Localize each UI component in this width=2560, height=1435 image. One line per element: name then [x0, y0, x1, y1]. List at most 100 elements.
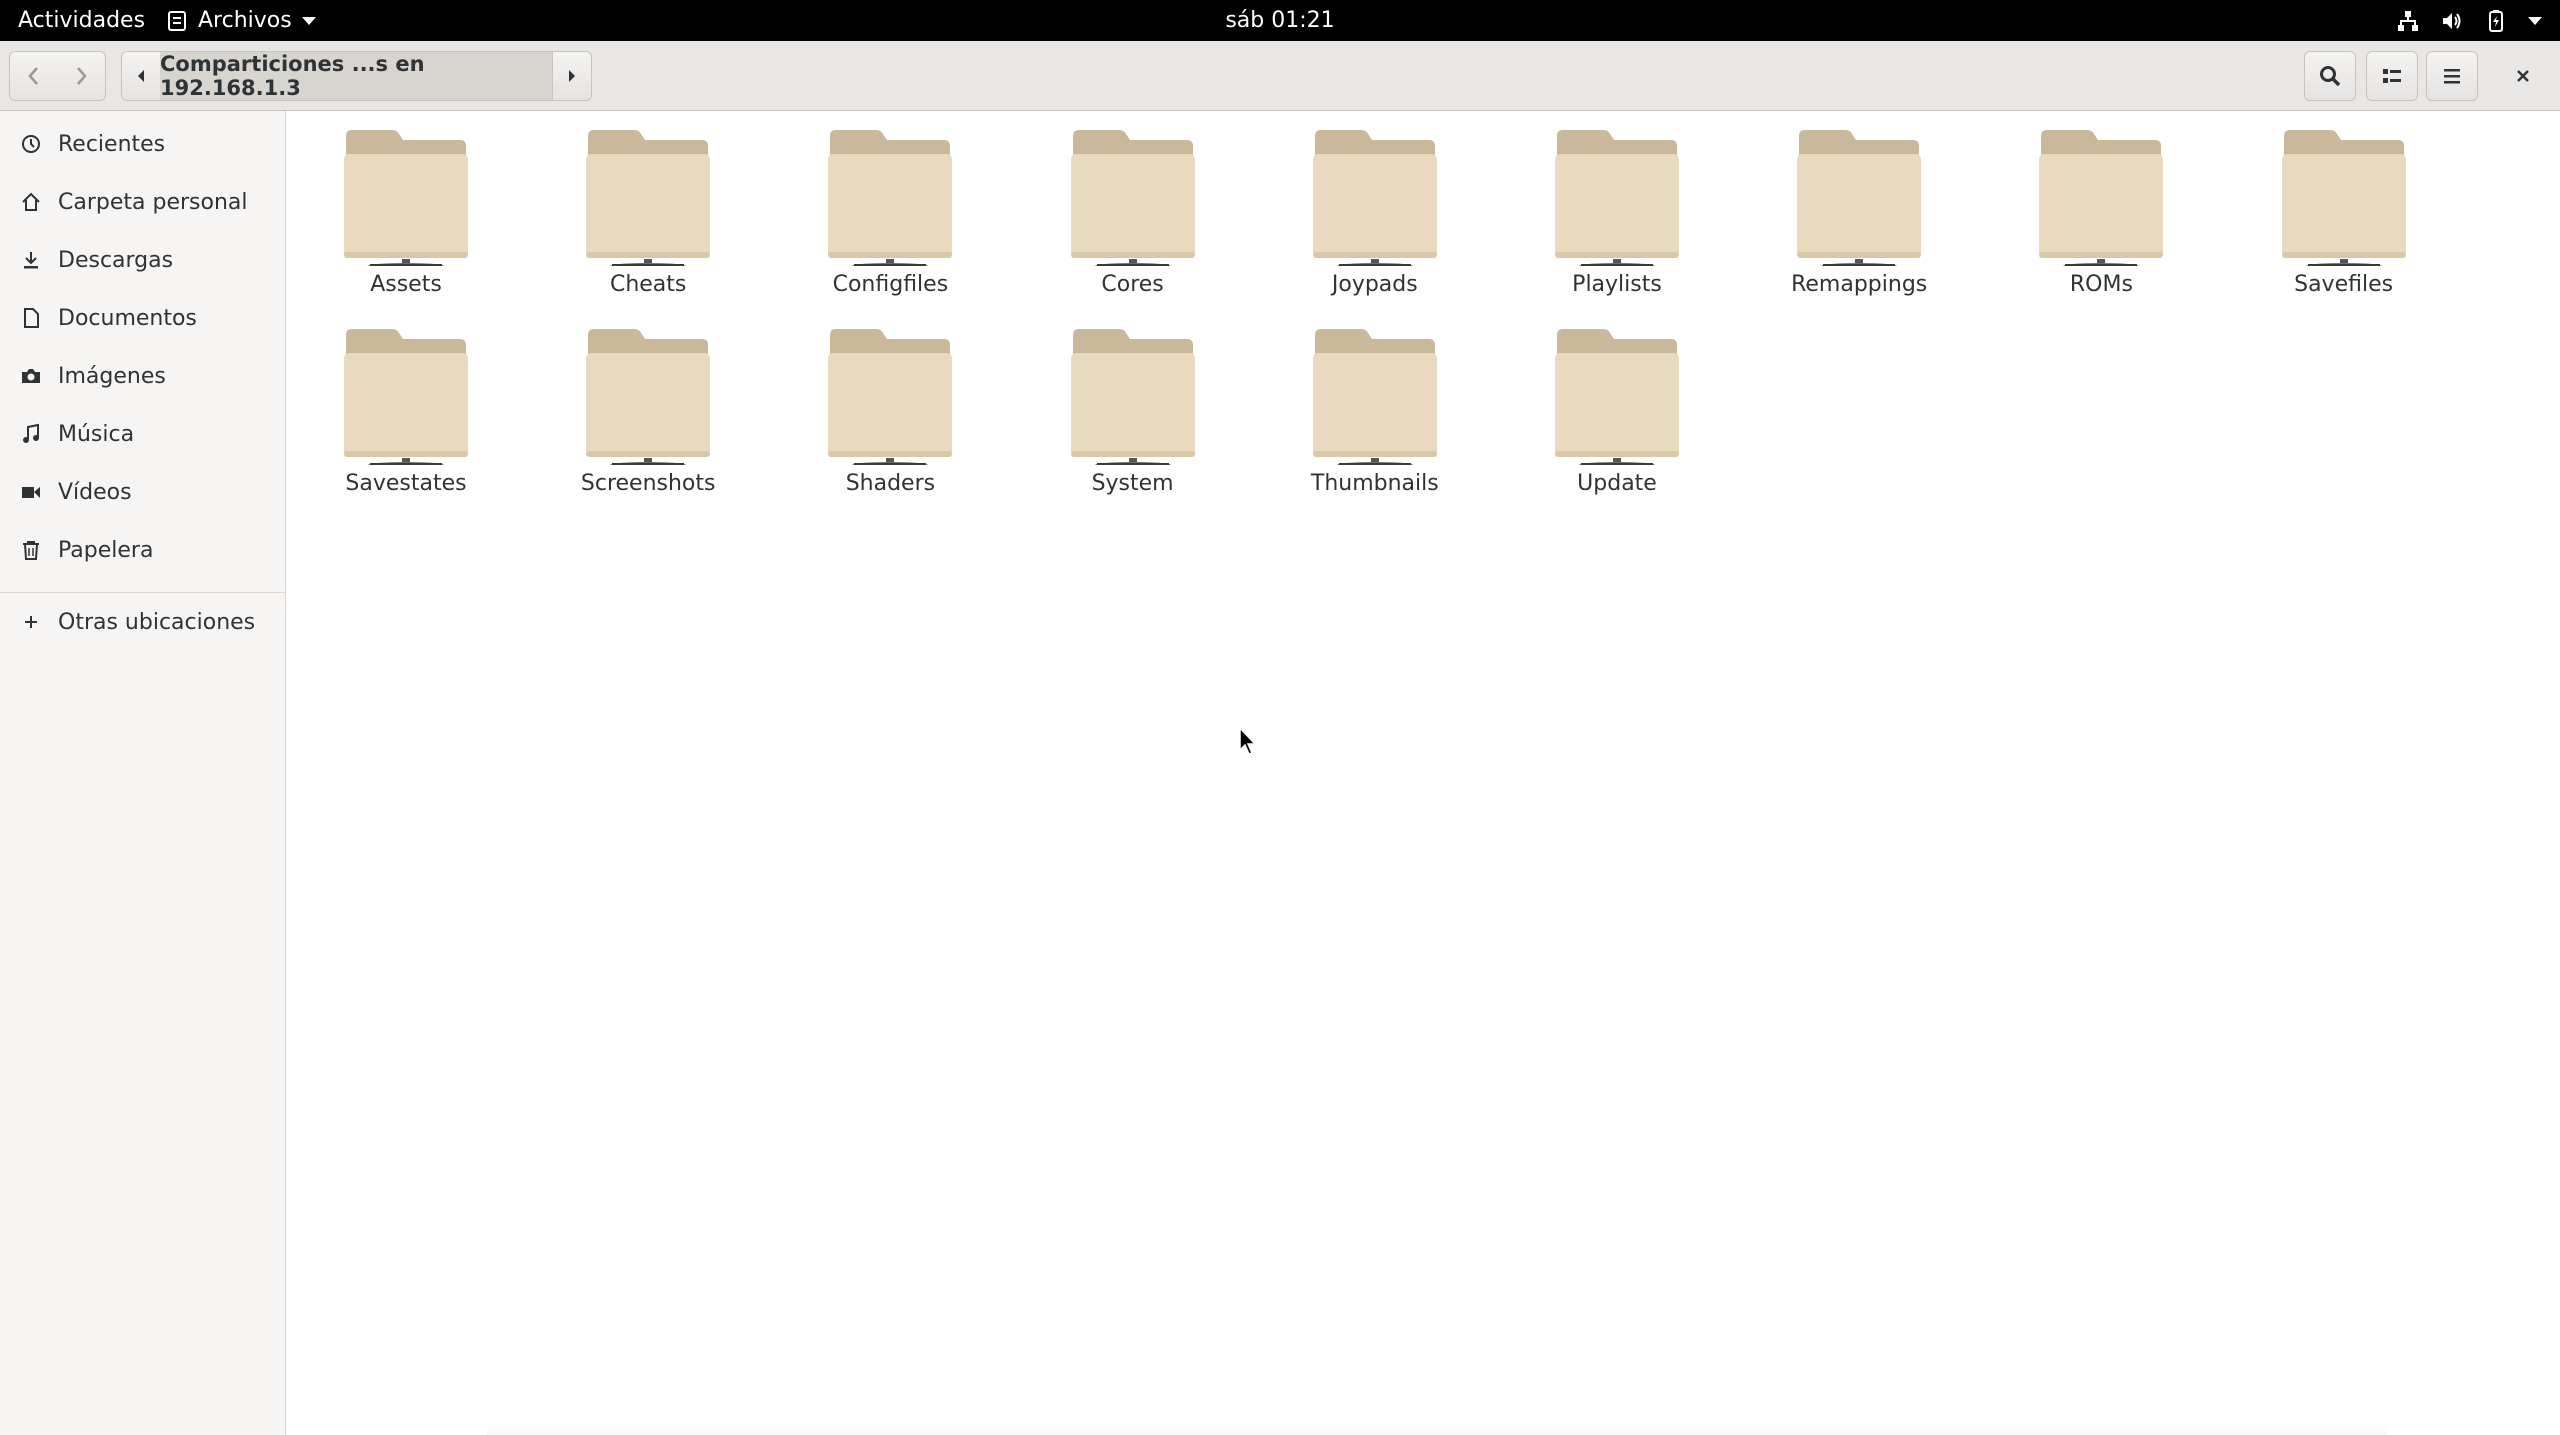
sidebar-item-carpeta-personal[interactable]: Carpeta personal: [0, 175, 285, 229]
folder-name: Joypads: [1331, 272, 1418, 297]
close-window-button[interactable]: [2497, 51, 2549, 101]
network-folder-icon: [1312, 130, 1437, 266]
folder-name: System: [1091, 471, 1174, 496]
folder-item[interactable]: System: [1018, 325, 1248, 515]
folder-item[interactable]: Remappings: [1744, 126, 1974, 316]
sidebar-item-label: Vídeos: [58, 479, 132, 505]
search-icon: [2320, 66, 2341, 87]
folder-item[interactable]: Cores: [1018, 126, 1248, 316]
sidebar-item-label: Descargas: [58, 247, 174, 273]
network-folder-icon: [1070, 130, 1195, 266]
back-button[interactable]: [9, 51, 58, 101]
path-scroll-left-button[interactable]: [121, 51, 161, 101]
search-button[interactable]: [2304, 51, 2356, 101]
view-options-button[interactable]: [2366, 51, 2418, 101]
folder-item[interactable]: ROMs: [1986, 126, 2216, 316]
network-folder-icon: [1555, 329, 1679, 465]
chevron-right-icon: [77, 67, 87, 85]
file-grid[interactable]: Assets Cheats Configfiles Cores Joypads Playl…: [287, 111, 2560, 1435]
folder-item[interactable]: Cheats: [533, 126, 763, 316]
bottom-shade: [487, 1425, 2387, 1435]
mouse-pointer-icon: [1239, 726, 1257, 755]
main-menu-button[interactable]: [2426, 51, 2478, 101]
folder-item[interactable]: Assets: [291, 126, 521, 316]
forward-button[interactable]: [57, 51, 106, 101]
music-icon: [20, 423, 42, 445]
folder-name: Savestates: [345, 471, 467, 496]
folder-name: Screenshots: [580, 471, 716, 496]
activities-button[interactable]: Actividades: [18, 0, 145, 41]
app-menu-label: Archivos: [198, 8, 292, 33]
network-folder-icon: [2281, 130, 2406, 266]
sidebar-item-label: Documentos: [58, 305, 197, 331]
clock-icon: [20, 133, 42, 155]
folder-item[interactable]: Screenshots: [533, 325, 763, 515]
sidebar-item-documentos[interactable]: Documentos: [0, 291, 285, 345]
folder-item[interactable]: Thumbnails: [1260, 325, 1490, 515]
network-folder-icon: [1312, 329, 1437, 465]
network-folder-icon: [1555, 130, 1679, 266]
network-folder-icon: [586, 130, 711, 266]
network-icon: [2398, 10, 2418, 31]
folder-name: Cores: [1101, 272, 1164, 297]
plus-icon: [20, 611, 42, 633]
folder-name: Remappings: [1791, 272, 1928, 297]
folder-name: Thumbnails: [1310, 471, 1439, 496]
folder-item[interactable]: Update: [1502, 325, 1732, 515]
close-icon: [2517, 70, 2529, 82]
list-view-icon: [2383, 69, 2401, 83]
sidebar-item-musica[interactable]: Música: [0, 407, 285, 461]
battery-icon: [2489, 9, 2503, 32]
sidebar: Recientes Carpeta personal Descargas Doc…: [0, 111, 286, 1435]
chevron-left-icon: [27, 67, 38, 85]
network-folder-icon: [586, 329, 711, 465]
folder-item[interactable]: Savefiles: [2229, 126, 2459, 316]
arrow-left-icon: [138, 70, 144, 82]
chevron-down-icon: [2528, 16, 2542, 25]
download-icon: [20, 249, 42, 271]
folder-name: Playlists: [1572, 272, 1662, 297]
header-bar: Comparticiones ...s en 192.168.1.3: [0, 41, 2560, 111]
home-icon: [20, 191, 42, 213]
arrow-right-icon: [569, 70, 575, 82]
folder-name: Assets: [370, 272, 442, 297]
sidebar-item-label: Música: [58, 421, 135, 447]
hamburger-menu-icon: [2444, 69, 2460, 84]
app-menu[interactable]: Archivos: [166, 0, 316, 41]
path-scroll-right-button[interactable]: [552, 51, 592, 101]
folder-item[interactable]: Playlists: [1502, 126, 1732, 316]
volume-icon: [2443, 12, 2461, 29]
folder-name: Update: [1577, 471, 1657, 496]
sidebar-item-label: Imágenes: [58, 363, 166, 389]
camera-icon: [20, 365, 42, 387]
folder-name: Savefiles: [2294, 272, 2394, 297]
sidebar-item-descargas[interactable]: Descargas: [0, 233, 285, 287]
sidebar-item-label: Otras ubicaciones: [58, 609, 256, 635]
chevron-down-icon: [301, 16, 316, 25]
clock[interactable]: sáb 01:21: [1225, 8, 1334, 33]
sidebar-separator: [0, 592, 285, 593]
sidebar-item-imagenes[interactable]: Imágenes: [0, 349, 285, 403]
network-folder-icon: [828, 329, 953, 465]
sidebar-item-papelera[interactable]: Papelera: [0, 523, 285, 577]
folder-item[interactable]: Savestates: [291, 325, 521, 515]
path-bar-current[interactable]: Comparticiones ...s en 192.168.1.3: [160, 51, 552, 101]
network-folder-icon: [1797, 130, 1922, 266]
film-icon: [20, 481, 42, 503]
network-folder-icon: [2039, 130, 2164, 266]
path-label: Comparticiones ...s en 192.168.1.3: [160, 52, 425, 100]
network-folder-icon: [1070, 329, 1195, 465]
folder-name: Cheats: [609, 272, 687, 297]
sidebar-item-otras-ubicaciones[interactable]: Otras ubicaciones: [0, 595, 285, 649]
folder-name: Configfiles: [832, 272, 949, 297]
sidebar-item-label: Carpeta personal: [58, 189, 248, 215]
sidebar-item-label: Papelera: [58, 537, 154, 563]
folder-name: Shaders: [845, 471, 936, 496]
sidebar-item-label: Recientes: [58, 131, 166, 157]
sidebar-item-videos[interactable]: Vídeos: [0, 465, 285, 519]
folder-item[interactable]: Joypads: [1260, 126, 1490, 316]
sidebar-item-recientes[interactable]: Recientes: [0, 117, 285, 171]
folder-item[interactable]: Shaders: [775, 325, 1005, 515]
folder-item[interactable]: Configfiles: [775, 126, 1005, 316]
system-menu[interactable]: [2396, 0, 2542, 41]
